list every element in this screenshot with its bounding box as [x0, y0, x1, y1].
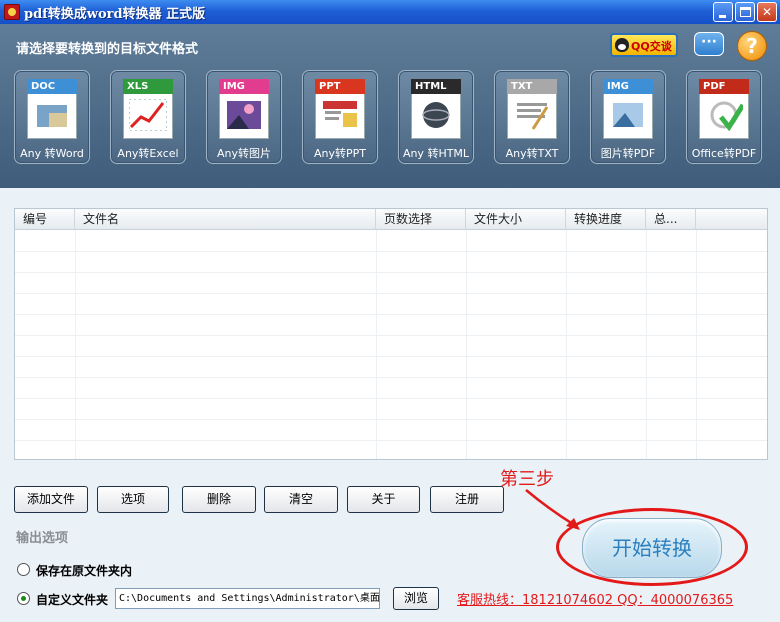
table-column-divider	[566, 230, 567, 459]
qq-chat-button[interactable]: QQ交谈	[610, 33, 678, 57]
qq-penguin-icon	[615, 38, 629, 52]
format-prompt: 请选择要转换到的目标文件格式	[16, 42, 199, 57]
format-tile-office-to-pdf[interactable]: PDF Office转PDF	[686, 70, 762, 164]
format-preview-icon	[37, 105, 67, 127]
table-row-divider	[15, 440, 767, 441]
format-header: 请选择要转换到的目标文件格式 QQ交谈 ··· ? DOC Any 转Word XL…	[0, 24, 780, 188]
table-column-divider	[75, 230, 76, 459]
format-preview-icon	[710, 101, 743, 131]
format-caption: Any转图片	[216, 147, 271, 160]
format-caption: Any 转Word	[20, 147, 84, 160]
table-row-divider	[15, 377, 767, 378]
format-caption: Any 转HTML	[402, 147, 470, 160]
maximize-button[interactable]	[735, 2, 755, 22]
table-row-divider	[15, 272, 767, 273]
format-tile-any-to-html[interactable]: HTML Any 转HTML	[398, 70, 474, 164]
clear-button[interactable]: 清空	[264, 486, 338, 513]
radio-save-original[interactable]	[17, 563, 30, 576]
about-button[interactable]: 关于	[347, 486, 420, 513]
app-icon[interactable]	[4, 4, 20, 20]
column-header-filename[interactable]: 文件名	[75, 209, 376, 230]
delete-button[interactable]: 删除	[182, 486, 256, 513]
format-tag: XLS	[123, 79, 173, 94]
table-column-divider	[466, 230, 467, 459]
format-caption: Any转PPT	[314, 147, 366, 160]
title-bar: pdf转换成word转换器 正式版 ✕	[0, 0, 780, 24]
format-preview-icon	[227, 101, 261, 129]
chat-bubble-icon[interactable]: ···	[694, 32, 724, 56]
format-tag: IMG	[219, 79, 269, 94]
table-row-divider	[15, 356, 767, 357]
table-header: 编号 文件名 页数选择 文件大小 转换进度 总...	[15, 209, 767, 230]
format-caption: Any转TXT	[505, 147, 559, 160]
table-column-divider	[646, 230, 647, 459]
file-list-table[interactable]: 编号 文件名 页数选择 文件大小 转换进度 总...	[14, 208, 768, 460]
qq-chat-label: QQ交谈	[631, 40, 672, 53]
start-convert-button[interactable]: 开始转换	[582, 518, 722, 578]
format-preview-icon	[422, 102, 450, 128]
output-path-field[interactable]: C:\Documents and Settings\Administrator\…	[115, 588, 380, 609]
format-tile-image-to-pdf[interactable]: IMG 图片转PDF	[590, 70, 666, 164]
register-button[interactable]: 注册	[430, 486, 504, 513]
format-caption: 图片转PDF	[600, 147, 656, 160]
help-icon[interactable]: ?	[737, 31, 767, 61]
format-tile-any-to-ppt[interactable]: PPT Any转PPT	[302, 70, 378, 164]
format-tile-any-to-word[interactable]: DOC Any 转Word	[14, 70, 90, 164]
table-row-divider	[15, 398, 767, 399]
table-row-divider	[15, 251, 767, 252]
close-button[interactable]: ✕	[757, 2, 777, 22]
table-row-divider	[15, 293, 767, 294]
format-caption: Office转PDF	[691, 147, 757, 160]
minimize-icon	[719, 15, 726, 18]
maximize-icon	[740, 7, 751, 17]
table-column-divider	[376, 230, 377, 459]
format-tile-any-to-image[interactable]: IMG Any转图片	[206, 70, 282, 164]
add-file-button[interactable]: 添加文件	[14, 486, 88, 513]
format-tag: DOC	[27, 79, 77, 94]
format-tag: IMG	[603, 79, 653, 94]
support-hotline-link[interactable]: 客服热线：18121074602 QQ：4000076365	[457, 589, 733, 608]
radio-custom-folder[interactable]	[17, 592, 30, 605]
format-tag: TXT	[507, 79, 557, 94]
format-caption: Any转Excel	[117, 147, 179, 160]
options-button[interactable]: 选项	[97, 486, 169, 513]
table-row-divider	[15, 335, 767, 336]
close-icon: ✕	[761, 5, 773, 19]
table-column-divider	[696, 230, 697, 459]
column-header-filesize[interactable]: 文件大小	[466, 209, 566, 230]
format-tile-any-to-excel[interactable]: XLS Any转Excel	[110, 70, 186, 164]
format-tag: HTML	[411, 79, 461, 94]
label-save-original[interactable]: 保存在原文件夹内	[36, 562, 132, 579]
format-preview-icon	[613, 103, 643, 127]
browse-button[interactable]: 浏览	[393, 587, 439, 610]
format-tile-any-to-txt[interactable]: TXT Any转TXT	[494, 70, 570, 164]
column-header-id[interactable]: 编号	[15, 209, 75, 230]
column-header-pages[interactable]: 页数选择	[376, 209, 466, 230]
format-tag: PPT	[315, 79, 365, 94]
minimize-button[interactable]	[713, 2, 733, 22]
column-header-progress[interactable]: 转换进度	[566, 209, 646, 230]
output-options-title: 输出选项	[16, 531, 69, 546]
format-preview-icon	[323, 101, 357, 127]
format-tag: PDF	[699, 79, 749, 94]
window-title: pdf转换成word转换器 正式版	[24, 7, 206, 22]
table-row-divider	[15, 314, 767, 315]
table-row-divider	[15, 419, 767, 420]
format-preview-icon	[517, 103, 549, 130]
format-preview-icon	[129, 99, 167, 131]
label-custom-folder[interactable]: 自定义文件夹	[36, 591, 108, 608]
column-header-total[interactable]: 总...	[646, 209, 696, 230]
